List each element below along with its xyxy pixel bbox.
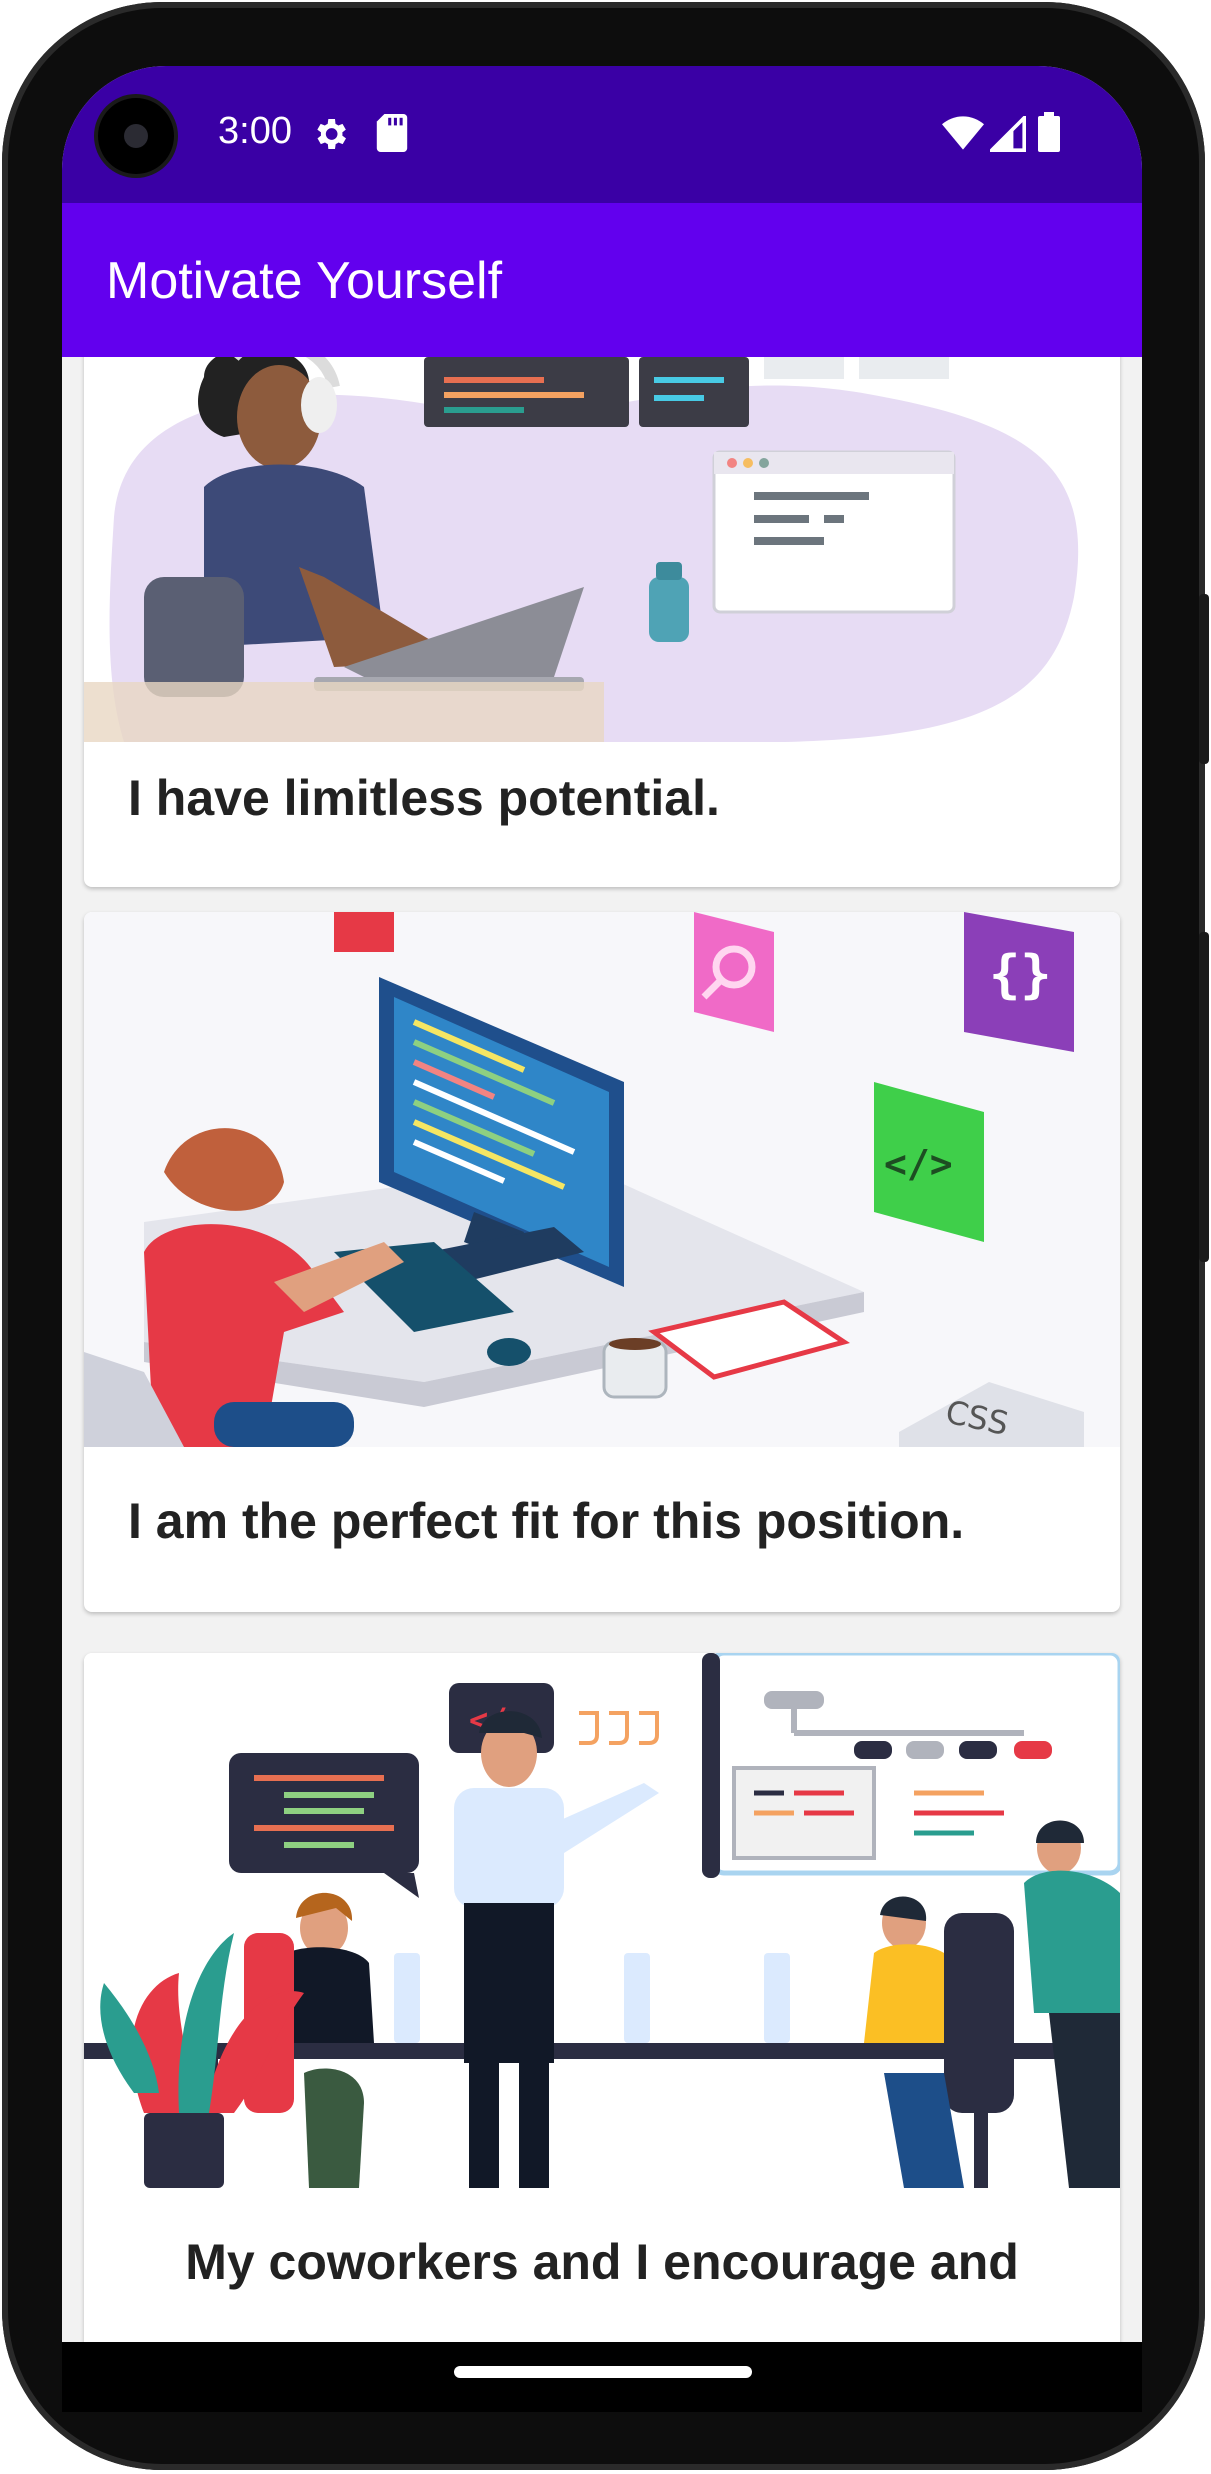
motivation-card[interactable]: I have limitless potential.	[84, 357, 1120, 887]
settings-gear-icon	[317, 119, 346, 149]
svg-text:{}: {}	[989, 945, 1052, 1005]
status-time: 3:00	[218, 110, 292, 152]
gesture-navigation-bar	[62, 2342, 1142, 2412]
motivation-card-list[interactable]: I have limitless potential. {} </> CSS I…	[62, 357, 1142, 2342]
developer-desk-computer-illustration: {} </> CSS	[84, 912, 1120, 1447]
card-text: I am the perfect fit for this position.	[128, 1493, 965, 1549]
app-title: Motivate Yourself	[106, 252, 503, 310]
motivation-card[interactable]: </>	[84, 1653, 1120, 2342]
team-meeting-office-illustration: </>	[84, 1653, 1120, 2188]
sd-card-icon	[376, 114, 408, 152]
battery-icon	[1038, 112, 1060, 152]
volume-button	[1199, 932, 1209, 1262]
power-button	[1199, 594, 1209, 764]
motivation-card[interactable]: {} </> CSS I am the perfect fit for this…	[84, 912, 1120, 1612]
front-camera	[98, 98, 174, 174]
phone-frame: 3:00 Motivate Yourself I have limitless …	[2, 2, 1209, 2470]
card-text: I have limitless potential.	[128, 770, 720, 826]
app-bar: Motivate Yourself	[62, 203, 1142, 357]
wifi-icon	[942, 116, 984, 150]
status-bar: 3:00	[62, 66, 1142, 203]
woman-laptop-coding-illustration	[84, 357, 1120, 742]
card-text: My coworkers and I encourage and	[185, 2234, 1019, 2290]
svg-text:</>: </>	[884, 1142, 953, 1186]
home-gesture-handle[interactable]	[454, 2366, 752, 2378]
device-screen: 3:00 Motivate Yourself I have limitless …	[62, 66, 1142, 2342]
cell-signal-icon	[990, 116, 1026, 152]
